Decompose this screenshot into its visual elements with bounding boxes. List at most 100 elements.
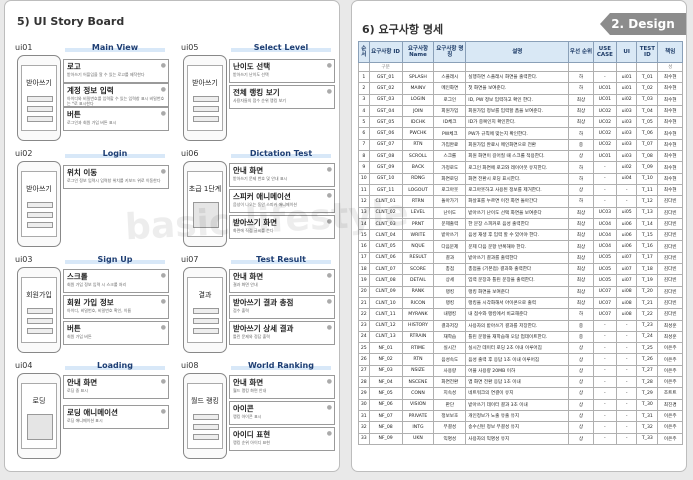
panel-title: Test Result	[231, 255, 331, 264]
table-cell: 내랭킹	[433, 308, 467, 321]
annotation-box: 버튼 회원 가입 버튼 ●	[63, 321, 169, 345]
table-cell: PW체크	[433, 127, 467, 140]
screen-button	[193, 414, 219, 420]
table-cell: 최수현	[657, 127, 683, 140]
table-cell: T_12	[636, 195, 659, 208]
screen-button	[193, 434, 219, 440]
table-cell: T_01	[636, 70, 659, 84]
table-cell: ui03	[616, 116, 638, 129]
table-cell: GST_01	[368, 70, 403, 84]
annotation-desc: 회원 가입 버튼	[67, 334, 92, 339]
table-cell: 회원가입 정보를 입력할 폼을 보여준다.	[465, 104, 570, 118]
table-row: 12 CLNT_01 RTRN 돌아가기 화살표를 누르면 이전 화면 돌아간다 하 - - T…	[358, 195, 683, 208]
phone-screen-text: 월드 랭킹	[191, 397, 219, 405]
pin-icon: ●	[326, 272, 332, 279]
table-cell: 최성훈	[657, 319, 683, 332]
table-cell: GST_04	[368, 104, 403, 118]
phone-screen: 결과	[187, 277, 223, 343]
annotation-desc: 랭킹 순위 아이디 표현	[233, 440, 270, 445]
annotation-box: 스피커 애니메이션 음성이 나오는 동안 스피커 애니메이션 ●	[229, 189, 335, 213]
phone-screen-text: 받아쓰기	[26, 79, 52, 87]
table-cell: 실행하면 스플래시 화면을 출력한다.	[465, 70, 570, 84]
annotation-heading: 받아쓰기 화면	[233, 218, 278, 227]
table-cell: LOGOUT	[401, 183, 435, 197]
table-cell: -	[616, 364, 638, 378]
phone-screen-text: 결과	[198, 291, 212, 299]
table-cell: UC04	[592, 217, 618, 231]
table-cell: WRITE	[401, 229, 435, 242]
table-cell: -	[616, 432, 638, 445]
table-cell: 이은주	[657, 364, 683, 378]
table-cell: -	[592, 387, 618, 400]
storyboard-panel: ui02 Login 받아쓰기 위치 이동 로그인 정보 입력시 입력창 위치를 키보드…	[11, 149, 171, 249]
pin-icon: ●	[326, 166, 332, 173]
column-header: 순서	[358, 41, 370, 63]
pin-icon: ●	[326, 62, 332, 69]
phone-mockup: 결과	[183, 267, 227, 353]
panel-title: Login	[65, 149, 165, 158]
table-cell: 14	[358, 217, 370, 231]
table-cell: T_33	[636, 432, 659, 445]
phone-screen-text: 받아쓰기	[26, 185, 52, 193]
table-cell: 최상	[568, 296, 594, 310]
table-cell: -	[592, 353, 618, 366]
storyboard-page: 5) UI Story Board ui01 Main View 받아쓰기 로고 받아쓰…	[4, 0, 340, 472]
phone-screen: 받아쓰기	[187, 65, 223, 131]
annotation-heading: 안내 화면	[67, 378, 98, 387]
table-cell: ui08	[616, 285, 638, 298]
table-cell: 개인정보가 노출 유출 유지	[465, 409, 570, 423]
design-tab[interactable]: 2. Design	[600, 13, 686, 35]
screen-button	[27, 202, 53, 208]
table-cell: UC04	[592, 229, 618, 242]
table-cell: UC02	[592, 104, 618, 118]
table-row: 23 CLNT_12 HISTORY 결과저장 사용자의 받아쓰기 결과를 저장한다. 중…	[358, 319, 683, 332]
annotation-box: 스크롤 회원 가입 정보 입력 시 스크롤 처리 ●	[63, 269, 169, 293]
table-cell: 중	[568, 138, 594, 152]
table-row: 11 GST_11 LOGOUT 로그아웃 로그아웃하고 사용된 정보를 제거한다. 상 -…	[358, 183, 683, 197]
table-cell: 최상	[568, 274, 594, 287]
table-cell: 송수신된 정보 무결성 유지	[465, 421, 570, 434]
table-cell: T_05	[636, 116, 659, 129]
table-cell: ui08	[616, 308, 638, 321]
table-cell: 김다빈	[657, 274, 683, 287]
table-cell: GST_08	[368, 150, 403, 163]
table-cell: 22	[358, 308, 370, 321]
pin-icon: ●	[160, 168, 166, 175]
phone-screen: 회원가입	[21, 277, 57, 343]
table-cell: 사용량	[433, 364, 467, 378]
subheader-row: 구분 성	[358, 62, 683, 72]
table-cell: CLNT_06	[368, 251, 403, 265]
table-cell: GST_10	[368, 172, 403, 185]
table-cell: 화면전환	[433, 376, 467, 389]
annotation-desc: 아이디와 비밀번호를 입력할 수 있는 입력창 표시 비밀번호는 *로 표시한다	[67, 96, 165, 106]
table-cell: 하	[568, 70, 594, 84]
table-cell: NF_01	[368, 342, 403, 355]
table-cell: 6	[358, 127, 370, 140]
table-cell: 상	[568, 353, 594, 366]
annotation-box: 전체 랭킹 보기 사용자들의 점수 순위 랭킹 보기 ●	[229, 85, 335, 109]
phone-screen: 로딩	[21, 383, 57, 449]
table-cell: 최수현	[657, 116, 683, 129]
table-cell: 최상	[568, 263, 594, 276]
annotation-heading: 스크롤	[67, 272, 88, 281]
pin-icon: ●	[160, 298, 166, 305]
table-cell: -	[592, 376, 618, 389]
table-row: 33 NF_09 UKN 익명성 사용자의 익명성 유지 상 - - T_33 이은주	[358, 432, 683, 445]
table-cell: -	[592, 319, 618, 332]
table-cell: 총점	[433, 263, 467, 276]
annotation-desc: 로그인과 회원 가입 버튼 표시	[67, 120, 117, 125]
table-cell: 최성훈	[657, 330, 683, 344]
table-cell: T_07	[636, 138, 659, 152]
table-cell: 최상	[568, 206, 594, 219]
table-cell: RTRAIN	[401, 330, 435, 344]
table-row: 22 CLNT_11 MYRANK 내랭킹 내 점수와 랭킹에서 비교해준다 하 UC07 u…	[358, 308, 683, 321]
table-cell: -	[616, 195, 638, 208]
table-row: 17 CLNT_06 RESULT 결과 받아쓰기 결과를 출력한다 최상 UC05 ui07…	[358, 251, 683, 265]
table-cell: T_09	[636, 161, 659, 174]
pin-icon: ●	[326, 192, 332, 199]
table-cell: RTIME	[401, 342, 435, 355]
table-cell: ui07	[616, 274, 638, 287]
table-cell: SCROLL	[401, 150, 435, 163]
phone-mockup: 월드 랭킹	[183, 373, 227, 459]
table-cell: ui04	[616, 172, 638, 185]
